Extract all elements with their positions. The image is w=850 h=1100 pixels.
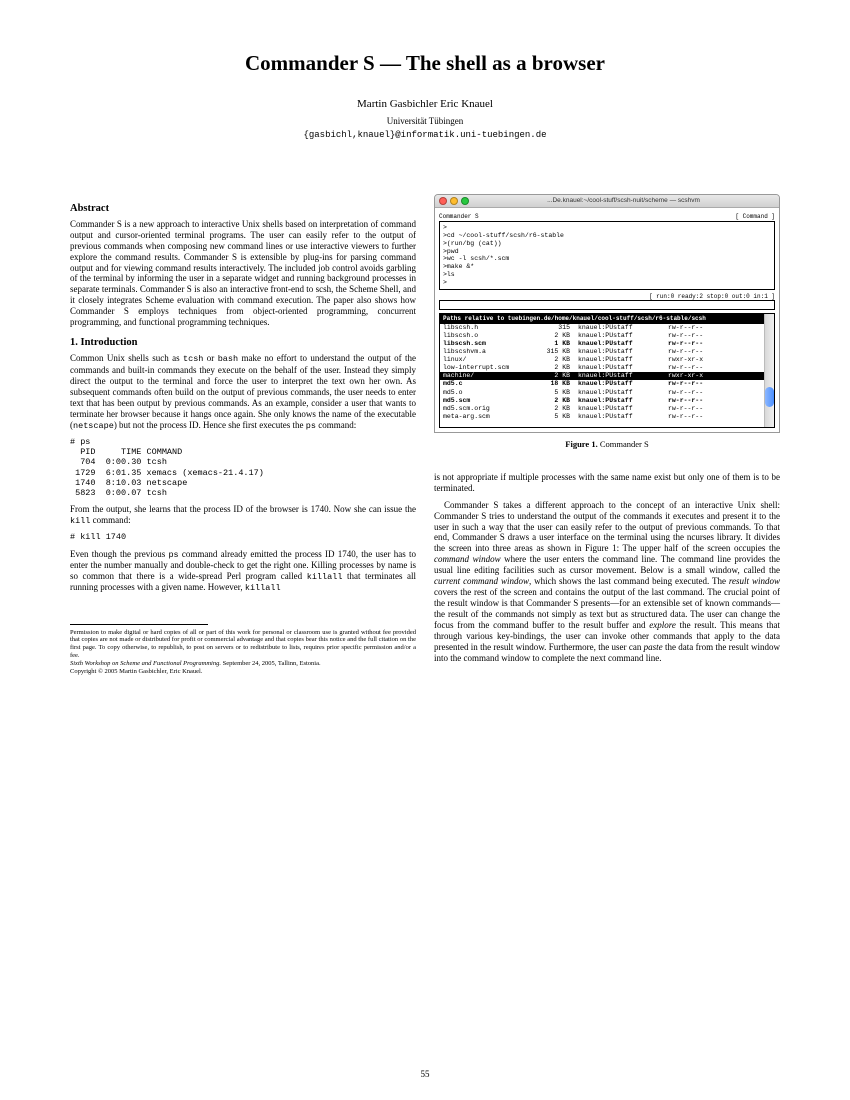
result-row: md5.c18 KBknauel:PUstaffrw-r--r--	[440, 380, 764, 388]
intro-heading: 1. Introduction	[70, 336, 416, 349]
result-header: Paths relative to tuebingen.de/home/knau…	[440, 314, 764, 324]
result-window: Paths relative to tuebingen.de/home/knau…	[439, 313, 775, 428]
scroll-thumb	[765, 387, 774, 407]
result-row: libscsh.h315knauel:PUstaffrw-r--r--	[440, 324, 764, 332]
result-row: libscsh.o2 KBknauel:PUstaffrw-r--r--	[440, 332, 764, 340]
result-row: linux/2 KBknauel:PUstaffrwxr-xr-x	[440, 356, 764, 364]
page-number: 55	[0, 1069, 850, 1080]
authors: Martin Gasbichler Eric Knauel	[70, 98, 780, 112]
intro-para-2: From the output, she learns that the pro…	[70, 504, 416, 526]
window-titlebar: ...De.knauel:~/cool-stuff/scsh-nuit/sche…	[435, 195, 779, 208]
result-row: md5.scm.orig2 KBknauel:PUstaffrw-r--r--	[440, 405, 764, 413]
result-row: libscsh.scm1 KBknauel:PUstaffrw-r--r--	[440, 340, 764, 348]
status-line: [ run:0 ready:2 stop:0 out:0 in:1 ]	[439, 293, 775, 301]
scrollbar	[764, 314, 774, 427]
result-row: md5.scm2 KBknauel:PUstaffrw-r--r--	[440, 397, 764, 405]
result-row: md5.o5 KBknauel:PUstaffrw-r--r--	[440, 389, 764, 397]
left-column: Abstract Commander S is a new approach t…	[70, 194, 416, 676]
app-label: Commander S [ Command ]	[439, 212, 775, 222]
right-column: ...De.knauel:~/cool-stuff/scsh-nuit/sche…	[434, 194, 780, 676]
ps-output: # ps PID TIME COMMAND 704 0:00.30 tcsh 1…	[70, 437, 416, 498]
screenshot-figure: ...De.knauel:~/cool-stuff/scsh-nuit/sche…	[434, 194, 780, 434]
venue-footnote: Sixth Workshop on Scheme and Functional …	[70, 660, 416, 668]
command-window: > >cd ~/cool-stuff/scsh/r6-stable >(run/…	[439, 221, 775, 289]
result-row: low-interrupt.scm2 KBknauel:PUstaffrw-r-…	[440, 364, 764, 372]
intro-para-3: Even though the previous ps command alre…	[70, 549, 416, 594]
kill-command: # kill 1740	[70, 532, 416, 542]
zoom-icon	[461, 197, 469, 205]
col2-para-1: is not appropriate if multiple processes…	[434, 472, 780, 494]
email: {gasbichl,knauel}@informatik.uni-tuebing…	[70, 130, 780, 141]
col2-para-2: Commander S takes a different approach t…	[434, 500, 780, 665]
window-title: ...De.knauel:~/cool-stuff/scsh-nuit/sche…	[472, 197, 775, 205]
current-command-window	[439, 300, 775, 310]
intro-para-1: Common Unix shells such as tcsh or bash …	[70, 353, 416, 431]
result-row: machine/2 KBknauel:PUstaffrwxr-xr-x	[440, 372, 764, 380]
figure-caption: Figure 1. Commander S	[434, 439, 780, 450]
affiliation: Universität Tübingen	[70, 116, 780, 127]
terminal-body: Commander S [ Command ] > >cd ~/cool-stu…	[435, 208, 779, 432]
abstract-text: Commander S is a new approach to interac…	[70, 219, 416, 329]
copyright-footnote: Copyright © 2005 Martin Gasbichler, Eric…	[70, 668, 416, 676]
result-row: meta-arg.scm5 KBknauel:PUstaffrw-r--r--	[440, 413, 764, 421]
footnote-divider	[70, 624, 208, 625]
two-column-layout: Abstract Commander S is a new approach t…	[70, 194, 780, 676]
abstract-heading: Abstract	[70, 202, 416, 215]
close-icon	[439, 197, 447, 205]
permission-footnote: Permission to make digital or hard copie…	[70, 629, 416, 660]
paper-title: Commander S — The shell as a browser	[70, 50, 780, 76]
minimize-icon	[450, 197, 458, 205]
result-row: libscshvm.a315 KBknauel:PUstaffrw-r--r--	[440, 348, 764, 356]
